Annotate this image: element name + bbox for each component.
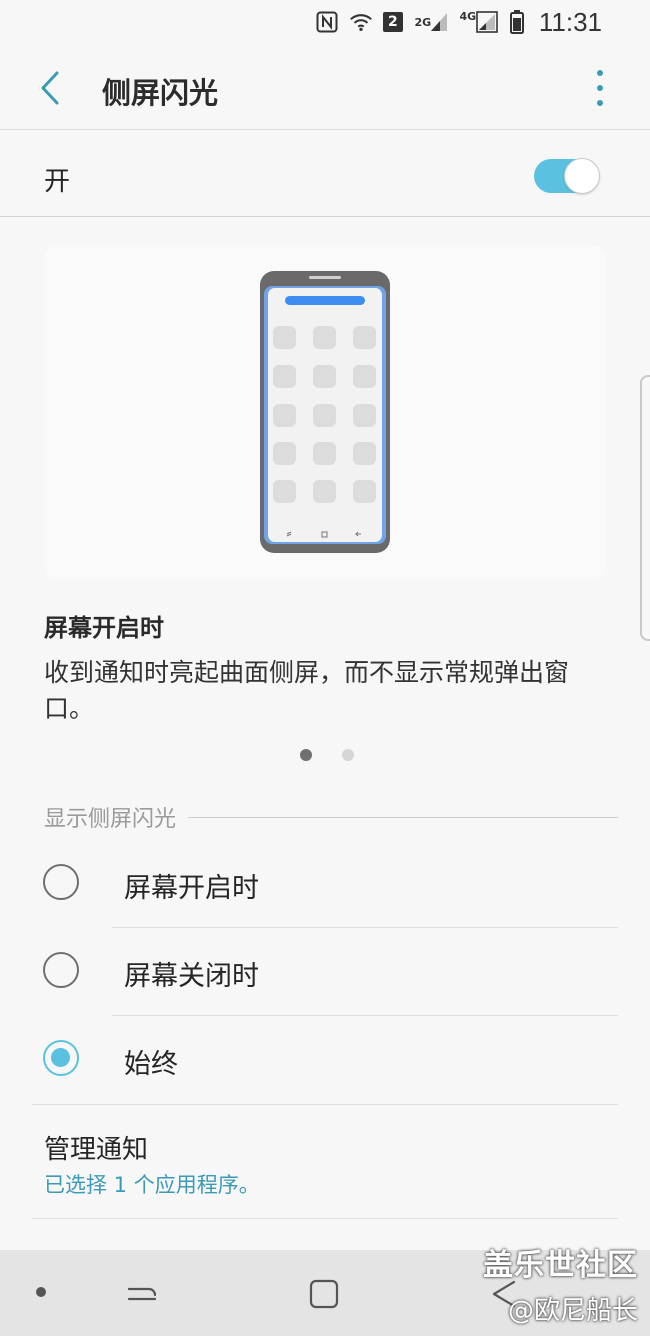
app-bar: 侧屏闪光 [0, 44, 650, 130]
page-dot-active [300, 749, 312, 761]
radio-option-screen-on[interactable]: 屏幕开启时 [0, 840, 650, 928]
status-bar: 2 2G 4G 11:31 [0, 0, 650, 44]
wifi-icon [349, 10, 373, 34]
battery-icon [509, 10, 525, 34]
radio-button-checked[interactable] [43, 1040, 79, 1076]
radio-label: 始终 [124, 1049, 178, 1080]
phone-illustration [260, 271, 390, 553]
radio-button[interactable] [43, 952, 79, 988]
description-title: 屏幕开启时 [44, 614, 164, 642]
watermark-line2: @欧尼船长 [507, 1296, 638, 1326]
nfc-icon [315, 10, 339, 34]
radio-option-always[interactable]: 始终 [0, 1016, 650, 1104]
description-text: 收到通知时亮起曲面侧屏，而不显示常规弹出窗口。 [44, 658, 570, 723]
manage-notifications-title: 管理通知 [44, 1135, 149, 1165]
master-switch-label: 开 [44, 167, 71, 197]
manage-notifications-row[interactable]: 管理通知 已选择 1 个应用程序。 [0, 1105, 650, 1218]
radio-label: 屏幕关闭时 [124, 961, 259, 992]
net-4g-label: 4G [459, 10, 477, 23]
radio-button[interactable] [43, 864, 79, 900]
signal-4g-icon: 4G [459, 10, 499, 34]
sim-badge: 2 [382, 12, 403, 32]
status-time: 11:31 [538, 6, 602, 37]
toggle-knob [564, 158, 600, 194]
page-dot [342, 749, 354, 761]
nav-dot-icon[interactable] [36, 1287, 46, 1297]
master-switch-row[interactable]: 开 [0, 131, 650, 217]
page-title: 侧屏闪光 [102, 76, 219, 110]
net-2g-label: 2G [414, 15, 432, 29]
page-indicator [300, 749, 354, 761]
more-options-button[interactable] [590, 70, 610, 106]
chevron-left-icon [41, 71, 59, 105]
edge-panel-handle[interactable] [640, 375, 650, 641]
back-button[interactable] [34, 68, 66, 108]
radio-option-screen-off[interactable]: 屏幕关闭时 [0, 928, 650, 1016]
section-header-label: 显示侧屏闪光 [44, 807, 177, 832]
home-icon[interactable] [308, 1278, 340, 1310]
master-toggle[interactable] [534, 158, 602, 194]
manage-notifications-subtitle: 已选择 1 个应用程序。 [44, 1173, 260, 1197]
section-header: 显示侧屏闪光 [44, 800, 618, 834]
section-divider [188, 816, 618, 818]
watermark: 盖乐世社区 @欧尼船长 [483, 1240, 638, 1327]
signal-2g-icon: 2G [413, 10, 449, 34]
preview-card [44, 245, 606, 580]
watermark-line1: 盖乐世社区 [483, 1248, 638, 1283]
radio-label: 屏幕开启时 [124, 873, 259, 904]
row-divider [32, 1218, 618, 1219]
recent-apps-icon[interactable] [125, 1279, 159, 1309]
more-vert-icon [597, 70, 603, 76]
